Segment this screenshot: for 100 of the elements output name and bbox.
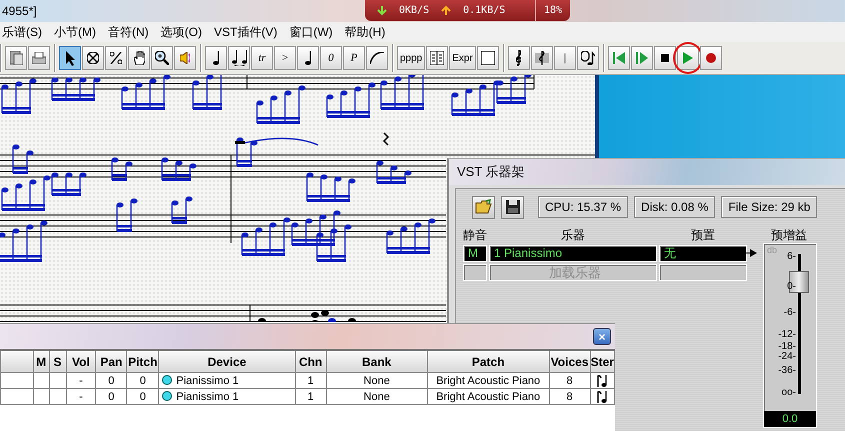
preset-field[interactable]: 无 [659,245,747,262]
column-header[interactable]: Pitch [126,350,159,372]
tool-button[interactable]: Expr [449,46,476,70]
scale-label: oo- [780,387,796,398]
tool-button[interactable]: P [343,46,365,70]
tool-button[interactable]: tr [251,46,273,70]
slur-icon [370,52,384,64]
instrument-slot[interactable]: 1 Pianissimo [489,245,657,262]
print-icon [32,52,46,64]
table-cell: Bright Acoustic Piano [436,390,540,402]
record-button[interactable] [700,46,722,70]
column-header[interactable]: Voices [549,350,590,372]
table-cell: Bright Acoustic Piano [436,374,540,386]
tied-notes-icon [232,50,246,66]
scale-label: -18- [777,341,796,352]
scale-label: -12- [777,329,796,340]
menu-item[interactable]: 帮助(H) [342,24,392,40]
quarter-note-icon [305,51,311,65]
column-header[interactable]: M [33,350,50,372]
paste-button[interactable] [5,46,27,70]
rewind-button[interactable] [608,46,630,70]
stop-button[interactable] [654,46,676,70]
treble-clef-button[interactable] [508,46,530,70]
cancel-button[interactable] [82,46,104,70]
zoom-button[interactable] [151,46,173,70]
tool-button[interactable]: 0 [320,46,342,70]
frame-icon [480,51,495,65]
mute-toggle[interactable]: M [463,245,487,262]
note-chord-button[interactable] [576,46,599,70]
frame-button[interactable] [476,46,499,70]
percent-icon [110,52,122,64]
mute-toggle[interactable] [463,264,487,281]
paste-icon [10,51,22,65]
column-header[interactable]: Ster [590,350,614,372]
table-cell: 1 [308,374,314,386]
tool-button[interactable]: | [554,46,576,70]
fader-thumb[interactable] [789,271,809,293]
pregain-column-header: 预增益 [771,227,807,243]
upload-arrow-icon [441,5,452,16]
save-button[interactable] [501,196,524,218]
zoom-icon [155,51,169,65]
status-readout: Disk: 0.08 % [634,196,716,218]
column-header[interactable]: Patch [427,350,550,372]
scale-label: -6- [782,307,796,318]
table-cell: 0 [140,374,146,386]
column-header[interactable]: Bank [326,350,428,372]
grand-staff-icon [534,51,549,65]
tied-notes-button[interactable] [228,46,250,70]
scale-label: -36- [777,365,796,376]
slur-button[interactable] [366,46,388,70]
speaker-button[interactable] [174,46,196,70]
column-header[interactable]: Vol [66,350,96,372]
table-cell: - [79,390,83,402]
gain-readout: 0.0 [764,411,816,427]
window-title: 4955*] [1,4,37,18]
column-header[interactable]: Chn [295,350,326,372]
note-chord-icon [580,50,595,66]
menu-item[interactable]: 小节(M) [52,24,102,40]
percent-button[interactable] [105,46,127,70]
upload-speed: 0.1KB/S [463,5,506,16]
menu-item[interactable]: 选项(O) [158,24,208,40]
hand-icon [134,51,144,65]
menu-item[interactable]: VST插件(V) [212,24,284,40]
table-cell: 0 [108,374,114,386]
quarter-note-button[interactable] [205,46,227,70]
download-arrow-icon [377,5,387,16]
cancel-icon [87,52,99,64]
scale-label: 0- [786,281,796,292]
print-button[interactable] [28,46,50,70]
scale-label: -24- [777,351,796,362]
menu-item[interactable]: 音符(N) [106,24,155,40]
table-cell: Pianissimo 1 [176,374,239,386]
column-header[interactable]: S [49,350,66,372]
lyrics-button[interactable] [426,46,448,70]
open-button[interactable] [472,196,495,218]
table-cell: 0 [108,390,114,402]
menu-item[interactable]: 乐谱(S) [0,24,48,40]
scale-label: 6- [786,251,796,262]
instrument-column-header: 乐器 [560,227,586,243]
quarter-note-button[interactable] [297,46,319,70]
mute-column-header: 静音 [463,227,487,243]
pointer-button[interactable] [59,46,81,70]
preset-field[interactable] [659,264,747,281]
play-icon [682,52,693,64]
tool-button[interactable]: > [274,46,296,70]
tool-button[interactable]: pppp [397,46,426,70]
download-speed: 0KB/S [399,5,430,16]
quarter-note-icon [213,51,219,65]
window-title: VST 乐器架 [457,163,525,181]
menu-item[interactable]: 窗口(W) [287,24,339,40]
status-readout: CPU: 15.37 % [538,196,628,218]
column-header[interactable]: Pan [96,350,127,372]
table-cell: None [364,374,390,386]
hand-button[interactable] [128,46,150,70]
grand-staff-button[interactable] [530,46,553,70]
note-icon [596,374,608,388]
rewind-icon [612,52,625,64]
table-cell: None [364,390,390,402]
step-forward-icon [636,52,648,64]
column-header[interactable]: Device [158,350,296,372]
